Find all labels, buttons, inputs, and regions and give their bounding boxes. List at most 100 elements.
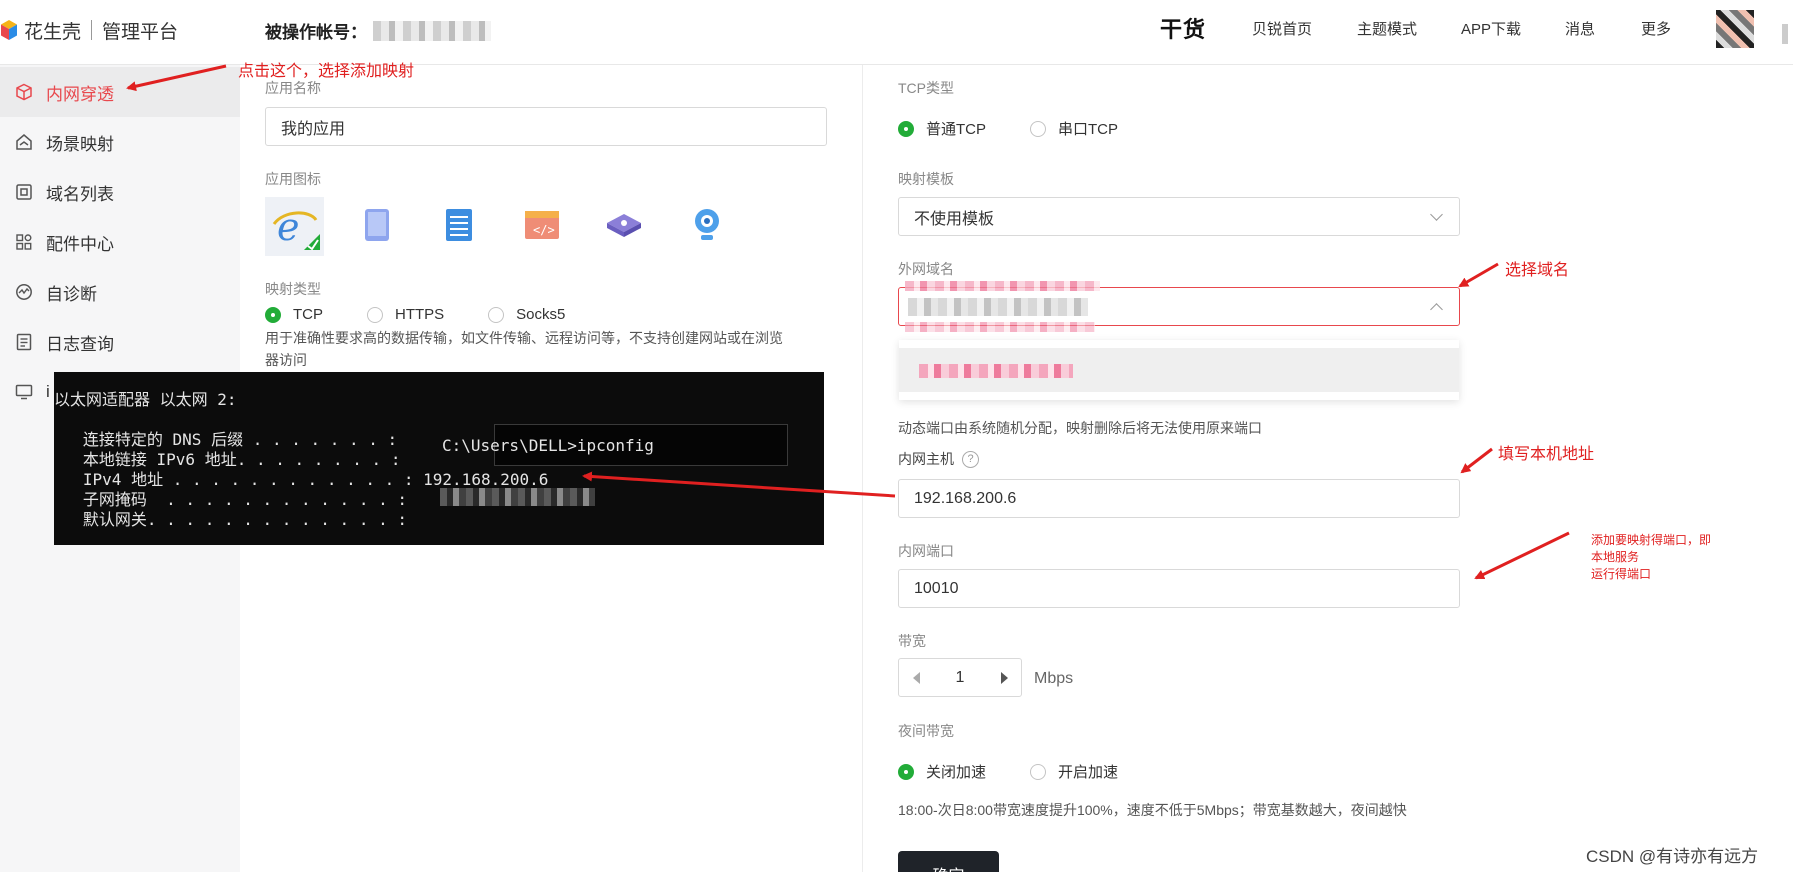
app-icon-option-code[interactable]: </>: [514, 197, 570, 253]
brand-name: 花生壳: [24, 21, 82, 43]
nav-messages[interactable]: 消息: [1565, 0, 1595, 56]
sidebar-item-label: 内网穿透: [46, 84, 114, 104]
map-type-label: 映射类型: [265, 281, 321, 297]
nav-theme[interactable]: 主题模式: [1357, 0, 1417, 56]
annotation-select-domain: 选择域名: [1505, 262, 1570, 279]
sidebar-item-scene[interactable]: 场景映射: [0, 117, 240, 167]
sidebar-item-accessories[interactable]: 配件中心: [0, 217, 240, 267]
app-icon-option-ie[interactable]: e: [265, 197, 324, 256]
terminal-mask-mosaic: [440, 488, 595, 506]
cube-icon: [14, 82, 34, 102]
radio-night-on[interactable]: 开启加速: [1030, 761, 1118, 782]
brand-separator: [91, 20, 93, 40]
help-icon[interactable]: ?: [962, 450, 979, 468]
sidebar-item-intranet[interactable]: 内网穿透: [0, 67, 240, 117]
template-label: 映射模板: [898, 171, 954, 187]
webcam-icon: [695, 209, 719, 240]
arrow-to-intranet-host: [1460, 447, 1493, 474]
radio-dot[interactable]: [488, 306, 505, 323]
radio-dot[interactable]: [898, 120, 914, 137]
night-bandwidth-label: 夜间带宽: [898, 723, 954, 739]
radio-label: 关闭加速: [926, 764, 987, 781]
app-icon-option-server[interactable]: [431, 197, 487, 253]
radio-dot[interactable]: [367, 306, 383, 323]
domain-dropdown: [899, 340, 1459, 400]
app-icon-label: 应用图标: [265, 171, 321, 187]
dynamic-port-note: 动态端口由系统随机分配，映射删除后将无法使用原来端口: [898, 420, 1262, 436]
brand-logo[interactable]: 花生壳 管理平台: [0, 17, 178, 43]
intranet-port-input[interactable]: 10010: [898, 569, 1460, 608]
tcp-type-label: TCP类型: [898, 80, 954, 96]
cube-logo-icon: [1, 20, 17, 40]
template-value: 不使用模板: [914, 210, 995, 228]
radio-label: 开启加速: [1058, 764, 1119, 781]
domain-value-mosaic: [908, 298, 1088, 316]
sidebar-item-label: i: [46, 382, 50, 401]
bandwidth-unit: Mbps: [1034, 670, 1074, 687]
domain-dropdown-option[interactable]: [899, 348, 1459, 392]
app-icon-option-webcam[interactable]: [679, 197, 735, 253]
radio-normal-tcp[interactable]: 普通TCP: [898, 118, 986, 139]
map-type-desc-line2: 器访问: [265, 352, 307, 368]
sidebar-item-domains[interactable]: 域名列表: [0, 167, 240, 217]
nav-ganhuo[interactable]: 干货: [1160, 0, 1206, 56]
sidebar-item-diagnose[interactable]: 自诊断: [0, 267, 240, 317]
radio-https[interactable]: HTTPS: [367, 306, 444, 323]
radio-socks5[interactable]: Socks5: [488, 306, 565, 323]
bandwidth-value[interactable]: 1: [933, 669, 987, 687]
code-window-icon: </>: [525, 211, 559, 239]
avatar[interactable]: [1716, 10, 1754, 48]
log-icon: [14, 332, 34, 352]
sidebar-item-label: 自诊断: [46, 284, 97, 304]
map-type-radio-group: TCP HTTPS Socks5: [265, 306, 609, 323]
radio-tcp[interactable]: TCP: [265, 306, 323, 323]
monitor-icon: [14, 382, 34, 402]
radio-serial-tcp[interactable]: 串口TCP: [1030, 118, 1118, 139]
nav-more[interactable]: 更多: [1641, 0, 1671, 56]
intranet-host-label-row: 内网主机 ?: [898, 449, 979, 469]
app-icon-option-router[interactable]: [596, 197, 652, 253]
sidebar-item-label: 域名列表: [46, 184, 114, 204]
domain-icon: [14, 182, 34, 202]
header-edge-mark: [1782, 24, 1788, 44]
tcp-type-radio-group: 普通TCP 串口TCP: [898, 118, 1162, 139]
radio-dot[interactable]: [1030, 763, 1047, 780]
confirm-button[interactable]: 确定: [898, 851, 999, 872]
radio-dot[interactable]: [265, 306, 281, 323]
nav-app-download[interactable]: APP下载: [1461, 0, 1521, 56]
radio-dot[interactable]: [898, 763, 914, 780]
annotation-port-line1: 添加要映射得端口，即: [1591, 533, 1712, 547]
terminal-adapter-header: 以太网适配器 以太网 2:: [54, 390, 237, 409]
diagnose-icon: [14, 282, 34, 302]
router-icon: [607, 214, 641, 237]
domain-blur-bottom: [905, 322, 1095, 332]
radio-label: TCP: [293, 306, 323, 323]
intranet-host-input[interactable]: 192.168.200.6: [898, 479, 1460, 518]
sidebar-item-logs[interactable]: 日志查询: [0, 317, 240, 367]
radio-label: Socks5: [516, 306, 566, 323]
arrow-to-intranet-port: [1474, 531, 1570, 580]
night-bandwidth-radio-group: 关闭加速 开启加速: [898, 761, 1162, 782]
bandwidth-stepper: 1: [898, 658, 1022, 697]
external-domain-label: 外网域名: [898, 261, 954, 277]
annotation-click-this: 点击这个，选择添加映射: [238, 63, 415, 80]
sidebar-item-label: 场景映射: [46, 134, 114, 154]
scene-icon: [14, 132, 34, 152]
terminal-command: C:\Users\DELL>ipconfig: [442, 436, 654, 455]
operated-account: 被操作帐号：: [265, 18, 491, 43]
nav-home[interactable]: 贝锐首页: [1252, 0, 1312, 56]
radio-label: 串口TCP: [1058, 121, 1119, 138]
radio-dot[interactable]: [1030, 120, 1047, 137]
ipconfig-terminal-screenshot: 以太网适配器 以太网 2: 连接特定的 DNS 后缀 . . . . . . .…: [54, 372, 824, 545]
bandwidth-increment-button[interactable]: [987, 659, 1021, 696]
arrow-to-domain-select: [1458, 262, 1499, 288]
radio-night-off[interactable]: 关闭加速: [898, 761, 986, 782]
annotation-port-line2: 本地服务: [1591, 550, 1640, 564]
template-select[interactable]: 不使用模板: [898, 197, 1460, 236]
sidebar-item-label: 日志查询: [46, 334, 114, 354]
intranet-host-label: 内网主机: [898, 451, 954, 467]
account-mosaic: [373, 20, 491, 41]
app-icon-option-tablet[interactable]: [349, 197, 405, 253]
bandwidth-decrement-button[interactable]: [899, 659, 933, 696]
app-name-input[interactable]: 我的应用: [265, 107, 827, 146]
